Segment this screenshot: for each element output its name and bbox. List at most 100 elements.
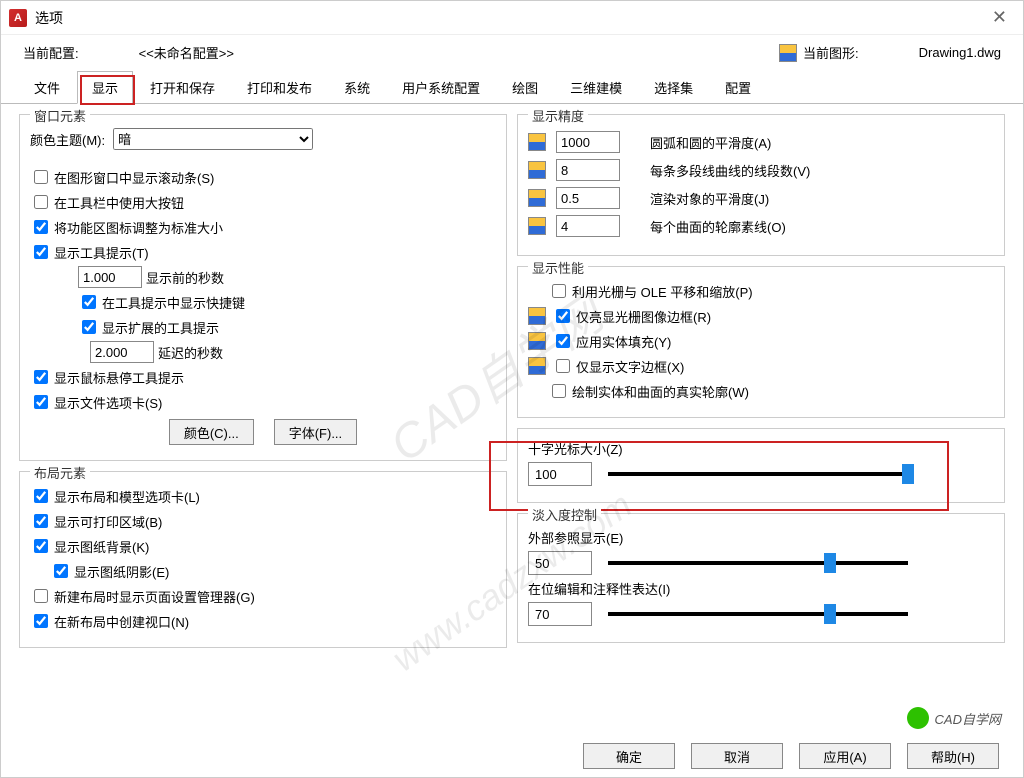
current-drawing-label: 当前图形: — [803, 43, 859, 62]
drawing-icon — [779, 44, 797, 62]
checkbox-raster-ole[interactable] — [552, 284, 566, 298]
slider-crosshair[interactable] — [608, 472, 908, 476]
tab-display[interactable]: 显示 — [77, 71, 133, 104]
drawing-icon — [528, 161, 546, 179]
group-crosshair-legend: 十字光标大小(Z) — [528, 439, 994, 458]
input-arc-smoothness[interactable] — [556, 131, 620, 153]
input-delay-seconds[interactable] — [90, 341, 154, 363]
tab-select[interactable]: 选择集 — [639, 71, 708, 104]
input-crosshair-size[interactable] — [528, 462, 592, 486]
checkbox-highlight-frame[interactable] — [556, 309, 570, 323]
label-layout-tabs: 显示布局和模型选项卡(L) — [54, 487, 200, 506]
label-page-setup: 新建布局时显示页面设置管理器(G) — [54, 587, 255, 606]
drawing-icon — [528, 133, 546, 151]
label-printable: 显示可打印区域(B) — [54, 512, 162, 531]
input-xref-fade[interactable] — [528, 551, 592, 575]
tab-file[interactable]: 文件 — [19, 71, 75, 104]
tab-profile[interactable]: 配置 — [710, 71, 766, 104]
watermark-badge: CAD自学网 — [897, 701, 1011, 735]
input-pline-segments[interactable] — [556, 159, 620, 181]
checkbox-shortcut-tooltip[interactable] — [82, 295, 96, 309]
checkbox-big-buttons[interactable] — [34, 195, 48, 209]
slider-thumb[interactable] — [824, 604, 836, 624]
label-show-hover: 显示鼠标悬停工具提示 — [54, 368, 184, 387]
app-logo-icon: A — [9, 9, 27, 27]
checkbox-layout-tabs[interactable] — [34, 489, 48, 503]
label-scrollbar: 在图形窗口中显示滚动条(S) — [54, 168, 214, 187]
label-true-silhouette: 绘制实体和曲面的真实轮廓(W) — [572, 382, 749, 401]
drawing-icon — [528, 217, 546, 235]
label-create-vp: 在新布局中创建视口(N) — [54, 612, 189, 631]
tab-3d[interactable]: 三维建模 — [555, 71, 637, 104]
input-tooltip-seconds[interactable] — [78, 266, 142, 288]
checkbox-show-tooltip[interactable] — [34, 245, 48, 259]
color-theme-select[interactable]: 暗 — [113, 128, 313, 150]
label-paper-bg: 显示图纸背景(K) — [54, 537, 149, 556]
label-render-smoothness: 渲染对象的平滑度(J) — [650, 189, 769, 208]
tab-plot[interactable]: 打印和发布 — [232, 71, 327, 104]
tab-userprefs[interactable]: 用户系统配置 — [387, 71, 495, 104]
slider-inplace-fade[interactable] — [608, 612, 908, 616]
tab-draw[interactable]: 绘图 — [497, 71, 553, 104]
label-delay-seconds: 延迟的秒数 — [158, 343, 223, 362]
current-drawing-value: Drawing1.dwg — [919, 45, 1001, 60]
checkbox-page-setup[interactable] — [34, 589, 48, 603]
color-theme-label: 颜色主题(M): — [30, 130, 105, 149]
label-arc-smoothness: 圆弧和圆的平滑度(A) — [650, 133, 771, 152]
checkbox-scrollbar[interactable] — [34, 170, 48, 184]
group-performance-legend: 显示性能 — [528, 258, 588, 277]
slider-thumb[interactable] — [824, 553, 836, 573]
current-profile-value: <<未命名配置>> — [139, 43, 234, 62]
cancel-button[interactable]: 取消 — [691, 743, 783, 769]
checkbox-show-hover[interactable] — [34, 370, 48, 384]
group-window-elements-legend: 窗口元素 — [30, 106, 90, 125]
label-big-buttons: 在工具栏中使用大按钮 — [54, 193, 184, 212]
checkbox-text-frame[interactable] — [556, 359, 570, 373]
current-profile-label: 当前配置: — [23, 43, 79, 62]
input-render-smoothness[interactable] — [556, 187, 620, 209]
apply-button[interactable]: 应用(A) — [799, 743, 891, 769]
checkbox-solid-fill[interactable] — [556, 334, 570, 348]
wechat-icon — [907, 707, 929, 729]
label-highlight-frame: 仅亮显光栅图像边框(R) — [576, 307, 711, 326]
slider-xref-fade[interactable] — [608, 561, 908, 565]
checkbox-create-vp[interactable] — [34, 614, 48, 628]
checkbox-paper-bg[interactable] — [34, 539, 48, 553]
fonts-button[interactable]: 字体(F)... — [274, 419, 357, 445]
label-contour-lines: 每个曲面的轮廓素线(O) — [650, 217, 786, 236]
checkbox-ext-tooltip[interactable] — [82, 320, 96, 334]
close-icon[interactable]: ✕ — [984, 7, 1015, 28]
tabs-bar: 文件 显示 打开和保存 打印和发布 系统 用户系统配置 绘图 三维建模 选择集 … — [1, 70, 1023, 104]
label-pline-segments: 每条多段线曲线的线段数(V) — [650, 161, 810, 180]
label-shortcut-tooltip: 在工具提示中显示快捷键 — [102, 293, 245, 312]
label-ribbon-std: 将功能区图标调整为标准大小 — [54, 218, 223, 237]
ok-button[interactable]: 确定 — [583, 743, 675, 769]
tab-open-save[interactable]: 打开和保存 — [135, 71, 230, 104]
help-button[interactable]: 帮助(H) — [907, 743, 999, 769]
checkbox-printable[interactable] — [34, 514, 48, 528]
checkbox-ribbon-std[interactable] — [34, 220, 48, 234]
tab-system[interactable]: 系统 — [329, 71, 385, 104]
label-solid-fill: 应用实体填充(Y) — [576, 332, 671, 351]
input-contour-lines[interactable] — [556, 215, 620, 237]
drawing-icon — [528, 307, 546, 325]
group-layout-elements-legend: 布局元素 — [30, 463, 90, 482]
label-file-tabs: 显示文件选项卡(S) — [54, 393, 162, 412]
label-inplace-edit: 在位编辑和注释性表达(I) — [528, 579, 994, 598]
label-paper-shadow: 显示图纸阴影(E) — [74, 562, 169, 581]
group-precision-legend: 显示精度 — [528, 106, 588, 125]
drawing-icon — [528, 357, 546, 375]
label-xref-display: 外部参照显示(E) — [528, 528, 994, 547]
label-show-tooltip: 显示工具提示(T) — [54, 243, 149, 262]
label-ext-tooltip: 显示扩展的工具提示 — [102, 318, 219, 337]
slider-thumb[interactable] — [902, 464, 914, 484]
checkbox-paper-shadow[interactable] — [54, 564, 68, 578]
group-fade-legend: 淡入度控制 — [528, 505, 601, 524]
checkbox-file-tabs[interactable] — [34, 395, 48, 409]
drawing-icon — [528, 189, 546, 207]
label-text-frame: 仅显示文字边框(X) — [576, 357, 684, 376]
colors-button[interactable]: 颜色(C)... — [169, 419, 254, 445]
label-tooltip-seconds: 显示前的秒数 — [146, 268, 224, 287]
input-inplace-fade[interactable] — [528, 602, 592, 626]
checkbox-true-silhouette[interactable] — [552, 384, 566, 398]
